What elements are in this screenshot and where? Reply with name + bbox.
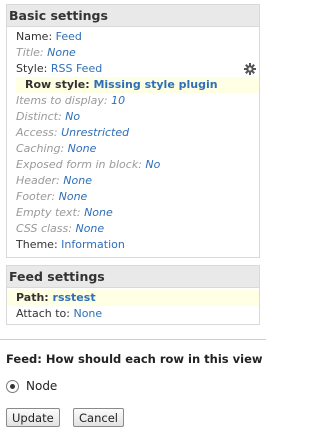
node-radio[interactable]	[6, 379, 19, 393]
empty-text-label: Empty text:	[16, 206, 81, 219]
name-link[interactable]: Feed	[56, 30, 82, 43]
gear-icon[interactable]	[244, 63, 256, 75]
header-link[interactable]: None	[63, 174, 92, 187]
theme-row: Theme: Information	[7, 237, 259, 253]
feed-settings-panel: Feed settings Path: rsstest Attach to: N…	[6, 265, 260, 325]
path-row: Path: rsstest	[7, 290, 259, 306]
row-style-question: Feed: How should each row in this view	[6, 352, 263, 366]
distinct-row: Distinct: No	[7, 109, 259, 125]
row-style-label: Row style:	[25, 78, 90, 91]
title-row: Title: None	[7, 45, 259, 61]
items-to-display-label: Items to display:	[16, 94, 108, 107]
section-divider	[0, 339, 266, 340]
attach-to-row: Attach to: None	[7, 306, 259, 322]
feed-settings-header: Feed settings	[7, 266, 259, 288]
css-class-link[interactable]: None	[75, 222, 104, 235]
items-to-display-link[interactable]: 10	[111, 94, 125, 107]
style-row: Style: RSS Feed	[7, 61, 259, 77]
style-link[interactable]: RSS Feed	[51, 62, 102, 75]
style-label: Style:	[16, 62, 48, 75]
footer-label: Footer:	[16, 190, 56, 203]
name-row: Name: Feed	[7, 29, 259, 45]
header-row: Header: None	[7, 173, 259, 189]
node-option[interactable]: Node	[6, 378, 57, 394]
exposed-form-link[interactable]: No	[145, 158, 160, 171]
basic-settings-header: Basic settings	[7, 5, 259, 27]
distinct-label: Distinct:	[16, 110, 62, 123]
footer-link[interactable]: None	[59, 190, 88, 203]
theme-link[interactable]: Information	[61, 238, 125, 251]
basic-settings-panel: Basic settings Name: Feed Title: None St…	[6, 4, 260, 258]
access-row: Access: Unrestricted	[7, 125, 259, 141]
row-style-row: Row style: Missing style plugin	[16, 77, 259, 93]
caching-row: Caching: None	[7, 141, 259, 157]
caching-link[interactable]: None	[68, 142, 97, 155]
css-class-row: CSS class: None	[7, 221, 259, 237]
caching-label: Caching:	[16, 142, 65, 155]
empty-text-row: Empty text: None	[7, 205, 259, 221]
cancel-button[interactable]: Cancel	[73, 408, 124, 427]
attach-to-link[interactable]: None	[73, 307, 102, 320]
update-button[interactable]: Update	[6, 408, 60, 427]
access-label: Access:	[16, 126, 58, 139]
distinct-link[interactable]: No	[65, 110, 80, 123]
empty-text-link[interactable]: None	[84, 206, 113, 219]
css-class-label: CSS class:	[16, 222, 72, 235]
node-radio-label[interactable]: Node	[26, 379, 57, 393]
title-label: Title:	[16, 46, 44, 59]
path-label: Path:	[16, 291, 49, 304]
exposed-form-label: Exposed form in block:	[16, 158, 142, 171]
path-link[interactable]: rsstest	[53, 291, 96, 304]
header-label: Header:	[16, 174, 60, 187]
theme-label: Theme:	[16, 238, 58, 251]
title-link[interactable]: None	[47, 46, 76, 59]
access-link[interactable]: Unrestricted	[61, 126, 129, 139]
attach-to-label: Attach to:	[16, 307, 70, 320]
exposed-form-row: Exposed form in block: No	[7, 157, 259, 173]
name-label: Name:	[16, 30, 53, 43]
footer-row: Footer: None	[7, 189, 259, 205]
row-style-link[interactable]: Missing style plugin	[93, 78, 217, 91]
items-to-display-row: Items to display: 10	[7, 93, 259, 109]
